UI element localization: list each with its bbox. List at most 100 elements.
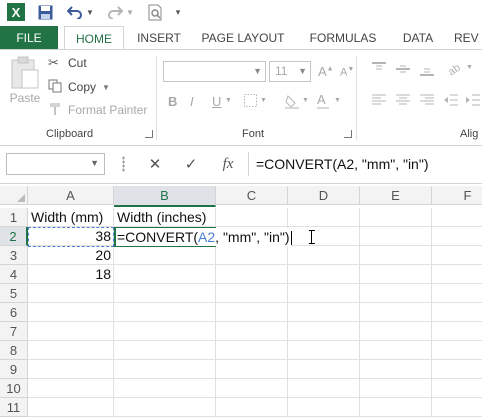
font-group-label: Font <box>242 128 265 140</box>
align-right-icon[interactable] <box>420 94 434 109</box>
column-header-c[interactable]: C <box>216 186 288 205</box>
decrease-indent-icon[interactable] <box>444 94 458 109</box>
ibeam-cursor-icon <box>309 230 317 244</box>
undo-icon[interactable] <box>66 3 84 21</box>
undo-dropdown-icon[interactable]: ▼ <box>85 3 95 21</box>
edit-prefix: =CONVERT( <box>117 229 199 245</box>
row-header-11[interactable]: 11 <box>0 398 28 417</box>
font-size-value: 11 <box>275 64 288 78</box>
scissors-icon: ✂ <box>48 55 59 70</box>
redo-dropdown-icon: ▼ <box>126 7 134 17</box>
row-header-1[interactable]: 1 <box>0 208 28 227</box>
cancel-button[interactable]: ✕ <box>144 154 166 174</box>
row-header-9[interactable]: 9 <box>0 360 28 379</box>
align-left-icon[interactable] <box>372 94 386 109</box>
svg-text:ab: ab <box>446 62 463 76</box>
name-box[interactable]: ▼ <box>6 153 105 175</box>
align-bottom-icon[interactable] <box>420 62 434 79</box>
format-painter-button[interactable]: Format Painter <box>48 101 147 119</box>
row-header-5[interactable]: 5 <box>0 284 28 303</box>
align-middle-icon[interactable] <box>396 62 410 79</box>
font-color-button[interactable]: A <box>317 92 329 109</box>
chevron-down-icon: ▼ <box>90 158 99 168</box>
borders-button[interactable] <box>244 94 257 110</box>
paste-button[interactable]: Paste <box>8 56 42 116</box>
tab-data[interactable]: DATA <box>392 26 444 50</box>
italic-button[interactable]: I <box>190 94 194 109</box>
save-icon[interactable] <box>36 3 54 21</box>
insert-function-button[interactable]: fx <box>216 154 240 174</box>
row-header-8[interactable]: 8 <box>0 341 28 360</box>
cut-button[interactable]: ✂ Cut <box>48 54 87 72</box>
group-separator <box>156 56 157 140</box>
bold-button[interactable]: B <box>168 94 177 109</box>
format-painter-label: Format Painter <box>68 103 148 117</box>
cell-a4[interactable]: 18 <box>28 265 114 284</box>
align-center-icon[interactable] <box>396 94 410 109</box>
formula-bar: ▼ ✕ ✓ fx =CONVERT(A2, "mm", "in") <box>0 146 482 184</box>
font-name-dropdown[interactable]: ▼ <box>163 61 266 82</box>
clipboard-group-label: Clipboard <box>46 128 94 140</box>
row-header-7[interactable]: 7 <box>0 322 28 341</box>
tab-formulas[interactable]: FORMULAS <box>304 26 382 50</box>
tab-insert[interactable]: INSERT <box>130 26 188 50</box>
font-size-dropdown[interactable]: 11 ▼ <box>269 61 311 82</box>
excel-logo-icon: X <box>6 3 26 21</box>
column-header-f[interactable]: F <box>432 186 482 205</box>
customize-qat-icon[interactable]: ▾ <box>172 3 184 21</box>
ribbon-tabs: FILE HOME INSERT PAGE LAYOUT FORMULAS DA… <box>0 26 482 51</box>
column-header-d[interactable]: D <box>288 186 360 205</box>
quick-access-toolbar: X ▼ ▼ ▾ <box>0 0 482 26</box>
clipboard-launcher-icon[interactable] <box>145 130 153 138</box>
column-header-e[interactable]: E <box>360 186 432 205</box>
orientation-icon[interactable]: ab <box>446 60 464 79</box>
tab-file[interactable]: FILE <box>0 26 58 50</box>
svg-text:X: X <box>12 5 21 20</box>
column-header-b[interactable]: B <box>114 186 216 207</box>
cut-label: Cut <box>68 56 87 70</box>
underline-dropdown-icon[interactable]: ▼ <box>225 97 232 104</box>
fill-color-dropdown-icon[interactable]: ▼ <box>302 97 309 104</box>
row-header-6[interactable]: 6 <box>0 303 28 322</box>
redo-icon <box>106 3 124 21</box>
font-color-glyph: A <box>317 92 326 107</box>
in-cell-editor[interactable]: =CONVERT(A2, "mm", "in") <box>116 228 292 246</box>
underline-button[interactable]: U <box>212 94 221 109</box>
copy-dropdown-icon[interactable]: ▼ <box>102 83 110 92</box>
print-preview-icon[interactable] <box>146 3 164 21</box>
copy-label: Copy <box>68 80 97 94</box>
chevron-down-icon: ▼ <box>253 66 262 76</box>
tab-page-layout[interactable]: PAGE LAYOUT <box>196 26 290 50</box>
fill-color-button[interactable] <box>285 94 299 112</box>
ribbon-home: Paste ✂ Cut Copy ▼ Format Painter Clipbo… <box>0 50 482 146</box>
edit-suffix: , "mm", "in") <box>215 229 290 245</box>
align-top-icon[interactable] <box>372 62 386 79</box>
tab-review[interactable]: REV <box>454 26 482 50</box>
cell-b1[interactable]: Width (inches) <box>114 208 216 227</box>
formula-reference-highlight <box>28 227 114 247</box>
formula-input[interactable]: =CONVERT(A2, "mm", "in") <box>256 156 428 172</box>
row-header-2[interactable]: 2 <box>0 227 28 246</box>
formula-bar-grip[interactable] <box>122 156 125 172</box>
row-header-4[interactable]: 4 <box>0 265 28 284</box>
borders-dropdown-icon[interactable]: ▼ <box>260 97 267 104</box>
select-all-button[interactable] <box>0 186 28 205</box>
column-header-a[interactable]: A <box>28 186 114 205</box>
paint-bucket-icon <box>285 95 299 109</box>
formula-bar-divider <box>248 152 249 176</box>
row-header-3[interactable]: 3 <box>0 246 28 265</box>
copy-button[interactable]: Copy ▼ <box>48 78 110 96</box>
font-launcher-icon[interactable] <box>344 130 352 138</box>
cell-a1[interactable]: Width (mm) <box>28 208 114 227</box>
cell-a3[interactable]: 20 <box>28 246 114 265</box>
increase-font-size-icon[interactable]: A▲ <box>318 64 334 79</box>
tab-home[interactable]: HOME <box>64 26 124 51</box>
increase-indent-icon[interactable] <box>466 94 480 109</box>
row-header-10[interactable]: 10 <box>0 379 28 398</box>
font-color-dropdown-icon[interactable]: ▼ <box>334 97 341 104</box>
decrease-font-size-icon[interactable]: A▼ <box>340 66 354 79</box>
enter-button[interactable]: ✓ <box>180 154 202 174</box>
orientation-dropdown-icon[interactable]: ▼ <box>466 64 473 71</box>
font-color-bar <box>317 107 329 109</box>
group-separator <box>356 56 357 140</box>
